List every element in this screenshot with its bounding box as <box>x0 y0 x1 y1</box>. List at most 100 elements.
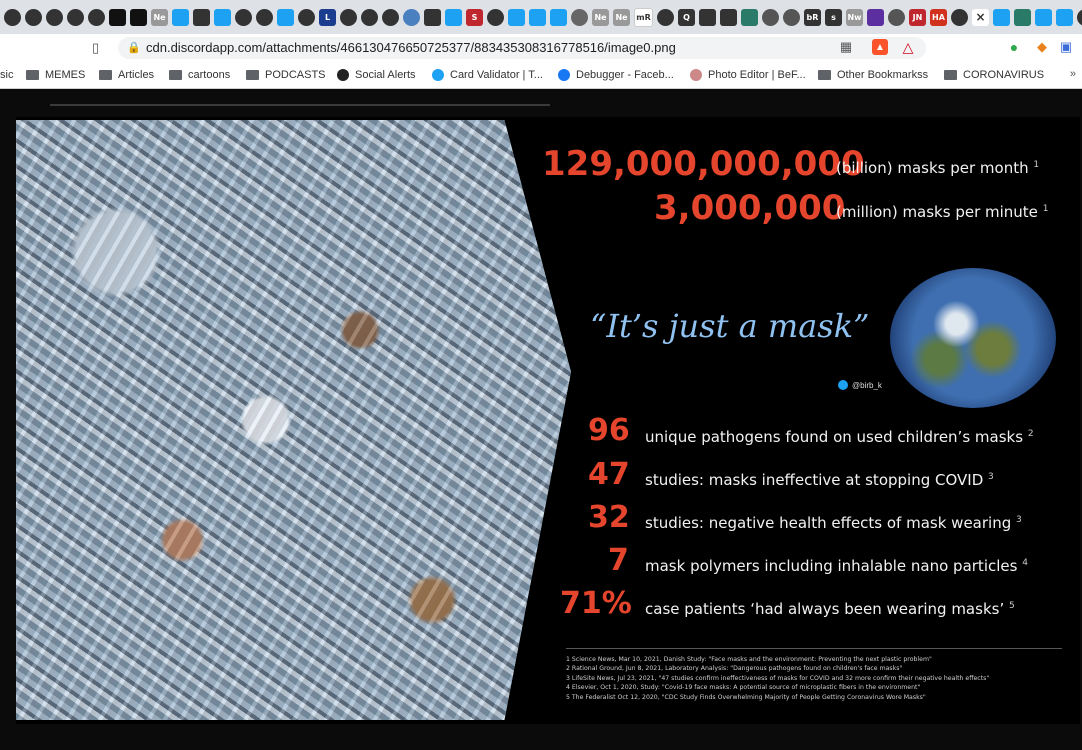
twitter-tab-icon[interactable] <box>214 8 231 26</box>
chrome-tab-icon[interactable] <box>25 8 42 26</box>
tiktok-tab-icon[interactable] <box>130 8 147 26</box>
twitter-tab-icon[interactable] <box>508 8 525 26</box>
reference-item: 3 LifeSite News, Jul 23, 2021, "47 studi… <box>566 674 990 682</box>
stat-number: 47 <box>588 457 630 492</box>
reference-marker: 5 <box>1009 601 1015 611</box>
stat-label: studies: negative health effects of mask… <box>645 514 1022 532</box>
site-tab-icon[interactable]: bR <box>804 8 821 26</box>
folder-icon <box>818 70 831 80</box>
reference-item: 2 Rational Ground, Jun 8, 2021, Laborato… <box>566 665 903 673</box>
stat-label: (million) masks per minute 1 <box>836 203 1048 221</box>
site-tab-icon[interactable] <box>1077 8 1082 26</box>
reference-marker: 1 <box>1033 160 1040 170</box>
folder-icon <box>26 70 39 80</box>
reference-marker: 1 <box>1042 204 1049 214</box>
evernote-icon[interactable]: ● <box>1006 39 1022 55</box>
reference-item: 5 The Federalist Oct 12, 2020, "CDC Stud… <box>566 693 926 701</box>
twitter-tab-icon[interactable] <box>1056 8 1073 26</box>
yahoo-tab-icon[interactable] <box>867 8 884 26</box>
site-tab-icon[interactable] <box>298 8 315 26</box>
twitter-tab-icon[interactable] <box>529 8 546 26</box>
news-tab-icon[interactable]: Nw <box>846 8 863 26</box>
bookmark-folder-other[interactable]: Other Bookmarkss <box>818 67 928 83</box>
bookmark-item[interactable]: sic <box>0 67 13 83</box>
twitter-tab-icon[interactable] <box>550 8 567 26</box>
site-tab-icon[interactable] <box>487 8 504 26</box>
site-tab-icon[interactable] <box>1014 8 1031 26</box>
stat-label-text: studies: negative health effects of mask… <box>645 514 1012 532</box>
stat-label-text: studies: masks ineffective at stopping C… <box>645 471 984 489</box>
lock-icon[interactable]: 🔒 <box>127 41 141 54</box>
folder-icon <box>246 70 259 80</box>
twitter-icon <box>432 69 444 81</box>
close-tab-icon[interactable]: × <box>972 8 989 26</box>
twitter-tab-icon[interactable] <box>445 8 462 26</box>
site-tab-icon[interactable]: HA <box>930 8 947 26</box>
bookmark-label: CORONAVIRUS <box>963 69 1045 81</box>
qr-code-icon[interactable]: ▦ <box>838 39 854 55</box>
bookmark-card-validator[interactable]: Card Validator | T... <box>432 67 543 83</box>
site-tab-icon[interactable] <box>699 8 716 26</box>
cropped-title-remnant <box>50 104 550 106</box>
site-tab-icon[interactable] <box>741 8 758 26</box>
bookmark-photo-editor[interactable]: Photo Editor | BeF... <box>690 67 806 83</box>
more-bookmarks-icon[interactable]: » <box>1070 68 1076 80</box>
site-tab-icon[interactable]: mR <box>634 7 653 27</box>
brave-rewards-icon[interactable]: △ <box>900 39 916 55</box>
bookmark-social-alerts[interactable]: Social Alerts <box>337 67 416 83</box>
site-tab-icon[interactable] <box>382 8 399 26</box>
url-text[interactable]: cdn.discordapp.com/attachments/466130476… <box>146 40 676 55</box>
stat-label: studies: masks ineffective at stopping C… <box>645 471 994 489</box>
bookmark-label: cartoons <box>188 69 231 81</box>
twitter-tab-icon[interactable] <box>277 8 294 26</box>
chrome-tab-icon[interactable] <box>4 8 21 26</box>
site-tab-icon[interactable] <box>720 8 737 26</box>
quora-tab-icon[interactable]: Q <box>678 8 695 26</box>
site-tab-icon[interactable] <box>571 8 588 26</box>
globe-tab-icon[interactable] <box>403 8 420 26</box>
site-tab-icon[interactable]: JN <box>909 8 926 26</box>
bookmark-folder-podcasts[interactable]: PODCASTS <box>246 67 326 83</box>
metamask-icon[interactable]: ◆ <box>1034 39 1050 55</box>
bookmark-label: Card Validator | T... <box>450 69 543 81</box>
news-tab-icon[interactable]: Ne <box>592 8 609 26</box>
news-tab-icon[interactable]: Ne <box>151 8 168 26</box>
site-tab-icon[interactable]: s <box>825 8 842 26</box>
earth-image <box>890 268 1056 408</box>
twitter-tab-icon[interactable] <box>993 8 1010 26</box>
stat-label: (billion) masks per month 1 <box>836 159 1039 177</box>
brave-shield-icon[interactable]: ▲ <box>872 39 888 55</box>
bookmark-folder-memes[interactable]: MEMES <box>26 67 85 83</box>
twitter-tab-icon[interactable] <box>1035 8 1052 26</box>
site-tab-icon[interactable] <box>888 8 905 26</box>
news-tab-icon[interactable]: Ne <box>613 8 630 26</box>
site-tab-icon[interactable] <box>361 8 378 26</box>
site-tab-icon[interactable] <box>657 8 674 26</box>
bookmark-folder-coronavirus[interactable]: CORONAVIRUS <box>944 67 1044 83</box>
twitter-tab-icon[interactable] <box>172 8 189 26</box>
bookmark-folder-cartoons[interactable]: cartoons <box>169 67 230 83</box>
translate-icon[interactable]: ▣ <box>1058 39 1074 55</box>
site-tab-icon[interactable]: L <box>319 8 336 26</box>
stat-number: 3,000,000 <box>654 188 846 228</box>
reference-item: 4 Elsevier, Oct 1, 2020, Study: "Covid-1… <box>566 684 921 692</box>
tiktok-tab-icon[interactable] <box>109 8 126 26</box>
site-tab-icon[interactable] <box>783 8 800 26</box>
chrome-tab-icon[interactable] <box>88 8 105 26</box>
chrome-tab-icon[interactable] <box>46 8 63 26</box>
bookmark-debugger[interactable]: Debugger - Faceb... <box>558 67 674 83</box>
stat-label: mask polymers including inhalable nano p… <box>645 557 1028 575</box>
site-tab-icon[interactable] <box>762 8 779 26</box>
site-tab-icon[interactable] <box>951 8 968 26</box>
bookmark-icon[interactable]: ▯ <box>92 40 99 56</box>
site-tab-icon[interactable] <box>256 8 273 26</box>
folder-icon <box>944 70 957 80</box>
site-tab-icon[interactable] <box>340 8 357 26</box>
site-tab-icon[interactable] <box>193 8 210 26</box>
bookmark-folder-articles[interactable]: Articles <box>99 67 154 83</box>
reference-marker: 4 <box>1022 558 1028 568</box>
site-tab-icon[interactable]: S <box>466 8 483 26</box>
site-tab-icon[interactable] <box>235 8 252 26</box>
site-tab-icon[interactable] <box>424 8 441 26</box>
chrome-tab-icon[interactable] <box>67 8 84 26</box>
